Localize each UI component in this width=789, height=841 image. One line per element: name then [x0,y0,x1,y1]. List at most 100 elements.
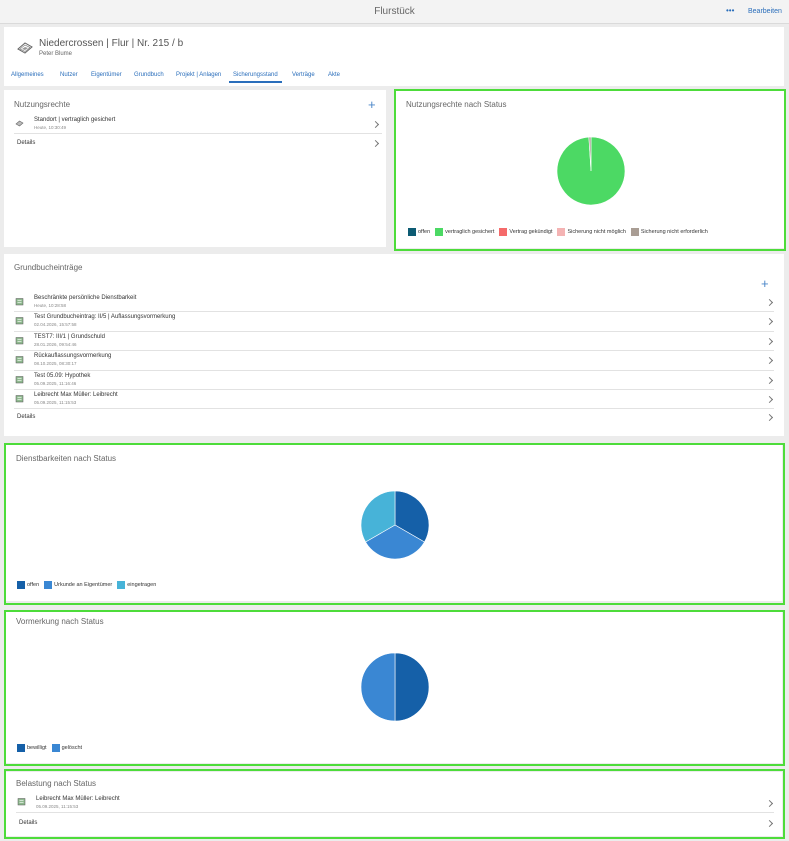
legend-label: bewilligt [27,745,47,751]
legend-item-offen: offen [17,581,39,589]
top-bar: Flurstück ••• Bearbeiten [0,0,789,24]
legend-item-offen: offen [408,228,430,236]
row-timestamp: 05.09.2025, 11:15:53 [36,804,79,809]
tab-allgemeines[interactable]: Allgemeines [11,72,44,78]
legend-label: Sicherung nicht möglich [567,229,626,235]
chart-title: Nutzungsrechte nach Status [406,100,507,109]
chevron-right-icon [765,318,774,326]
legend-item-bewilligt: bewilligt [17,744,47,752]
row-title: Test Grundbucheintrag: II/5 | Auflassung… [34,314,176,321]
row-title: Leibrecht Max Müller: Leibrecht [34,392,118,398]
legend-label: offen [418,229,431,235]
chart-legend: offen vertraglich gesichert Vertrag gekü… [408,228,713,236]
book-icon [15,395,24,403]
details-row[interactable]: Details [14,409,774,427]
dienstbarkeiten-pie-chart [360,490,430,560]
legend-item-gekuendigt: Vertrag gekündigt [499,228,552,236]
details-label: Details [17,140,36,146]
legend-label: gelöscht [61,745,83,751]
row-title: Beschränkte persönliche Dienstbarkeit [34,295,137,301]
tab-vertraege[interactable]: Verträge [292,72,315,78]
belastung-row[interactable]: Leibrecht Max Müller: Leibrecht 05.09.20… [16,793,774,813]
row-title: Leibrecht Max Müller: Leibrecht [36,796,120,802]
book-icon [15,317,24,325]
details-row[interactable]: Details [16,814,774,832]
legend-label: Urkunde an Eigentümer [54,582,113,588]
nutzungsrechte-card: Nutzungsrechte + Standort | vertraglich … [4,90,386,247]
dienstbarkeiten-card: Dienstbarkeiten nach Status offen Urkund… [6,445,782,601]
tab-eigentuemer[interactable]: Eigentümer [91,72,122,78]
chevron-right-icon [765,337,774,345]
nutzungsrecht-row[interactable]: Standort | vertraglich gesichert Heute, … [14,115,382,134]
legend-swatch [44,581,53,589]
legend-item-eingetragen: eingetragen [117,581,156,589]
legend-label: vertraglich gesichert [445,229,495,235]
details-row[interactable]: Details [14,135,382,152]
book-icon [17,798,26,806]
chevron-right-icon [765,395,774,404]
grundbuch-row[interactable]: Leibrecht Max Müller: Leibrecht 05.09.202… [14,390,774,410]
chevron-right-icon [765,298,774,307]
chevron-right-icon [371,139,380,148]
book-icon [15,298,24,306]
legend-label: offen [27,582,40,588]
grundbuch-row[interactable]: Rückauflassungsvormerkung 08.10.2025, 08:… [14,351,774,371]
legend-swatch [408,228,416,236]
grundbuch-row[interactable]: Test 05.09: Hypothek 05.09.2025, 11:16:46 [14,371,774,390]
belastung-title: Belastung nach Status [16,779,97,788]
chevron-right-icon [765,376,774,384]
grundbuch-row[interactable]: TEST7: III/1 | Grundschuld 28.01.2026, 09… [14,332,774,352]
legend-item-nicht-moeglich: Sicherung nicht möglich [557,228,626,236]
row-timestamp: 05.09.2025, 11:15:53 [34,400,77,405]
legend-swatch [51,744,60,752]
chevron-right-icon [371,120,380,129]
details-label: Details [17,414,36,421]
grundbuch-row[interactable]: Beschränkte persönliche Dienstbarkeit Heu… [14,293,774,313]
row-title: Rückauflassungsvormerkung [34,353,112,360]
chart-title: Dienstbarkeiten nach Status [16,454,117,463]
book-icon [15,375,24,383]
more-icon[interactable]: ••• [726,6,734,15]
grundbuch-title: Grundbucheinträge [14,263,83,272]
nutzungsrechte-pie-chart [556,136,626,206]
legend-label: Sicherung nicht erforderlich [640,229,708,235]
book-icon [15,356,24,364]
legend-swatch [499,228,508,236]
grundbuch-row[interactable]: Test Grundbucheintrag: II/5 | Auflassung… [14,312,774,332]
chevron-right-icon [765,357,774,365]
legend-swatch [630,228,639,236]
legend-item-nicht-erforderlich: Sicherung nicht erforderlich [630,228,708,236]
legend-swatch [17,744,25,752]
legend-item-geloescht: gelöscht [51,744,83,752]
chevron-right-icon [765,414,774,422]
add-grundbucheintrag-button[interactable]: + [761,277,769,290]
legend-swatch [435,228,444,236]
row-timestamp: 02.04.2026, 15:57:58 [34,322,77,328]
add-nutzungsrecht-button[interactable]: + [368,98,376,111]
vormerkung-pie-chart [360,652,430,722]
legend-swatch [557,228,566,236]
row-timestamp: 28.01.2026, 09:54:46 [34,341,77,347]
nutzungsrechte-title: Nutzungsrechte [14,100,71,109]
tab-projekt-anlagen[interactable]: Projekt | Anlagen [176,72,221,78]
row-title: Standort | vertraglich gesichert [34,117,116,123]
row-timestamp: Heute, 10:30:49 [34,125,67,130]
tab-nutzer[interactable]: Nutzer [60,72,78,78]
legend-swatch [117,581,126,589]
book-icon [15,337,24,345]
row-timestamp: 08.10.2025, 08:30:17 [34,361,77,367]
edit-button[interactable]: Bearbeiten [748,8,782,15]
tab-grundbuch[interactable]: Grundbuch [134,72,164,78]
legend-label: Vertrag gekündigt [509,229,553,235]
tab-akte[interactable]: Akte [328,72,340,78]
nutzungsrechte-status-card: Nutzungsrechte nach Status offen vertrag… [396,90,784,248]
details-label: Details [19,820,38,826]
parcel-icon [15,120,24,127]
legend-item-vertraglich: vertraglich gesichert [435,228,494,236]
row-title: TEST7: III/1 | Grundschuld [34,333,105,340]
tab-sicherungsstand[interactable]: Sicherungsstand [229,72,282,83]
legend-item-urkunde: Urkunde an Eigentümer [44,581,112,589]
chevron-right-icon [765,799,774,808]
vormerkung-card: Vormerkung nach Status bewilligt gelösch… [6,612,782,763]
row-title: Test 05.09: Hypothek [34,372,91,379]
